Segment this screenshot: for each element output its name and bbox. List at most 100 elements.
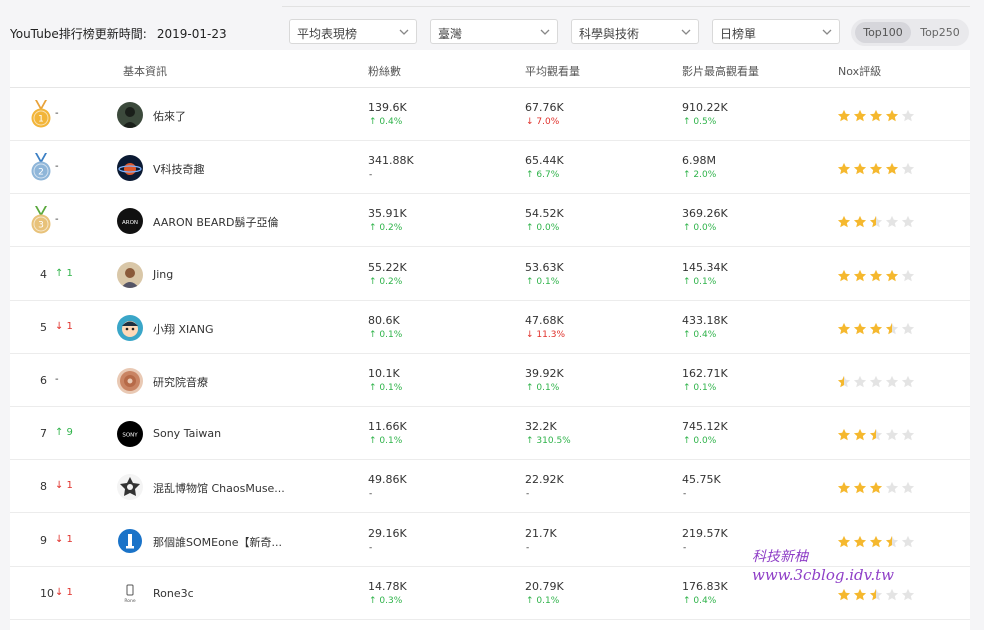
column-nox-rating[interactable]: Nox評級 — [838, 63, 881, 79]
channel-name[interactable]: Sony Taiwan — [153, 427, 221, 440]
rone-logo-avatar[interactable]: Rone — [117, 580, 143, 607]
person-avatar[interactable] — [117, 261, 143, 288]
fans-delta: - — [369, 489, 373, 500]
toggle-top250[interactable]: Top250 — [913, 22, 967, 43]
channel-name[interactable]: 研究院音療 — [153, 374, 208, 390]
star-icon — [869, 268, 883, 282]
avg-views-value: 54.52K — [525, 207, 564, 221]
toggle-top100[interactable]: Top100 — [855, 22, 911, 43]
fans-value: 49.86K — [368, 473, 407, 487]
table-row[interactable]: 7 ↑ 9 SONY Sony Taiwan 11.66K ↑ 0.1% 32.2K ↑ 31… — [10, 407, 970, 461]
rank-number: 9 — [40, 533, 47, 547]
star-icon — [885, 480, 899, 494]
star-icon — [837, 480, 851, 494]
star-icon — [901, 321, 915, 335]
dark-figure-avatar[interactable] — [117, 102, 143, 128]
watermark-title: 科技新柚 — [752, 549, 808, 565]
update-date: 2019-01-23 — [156, 27, 227, 41]
cartoon-avatar[interactable] — [117, 314, 143, 341]
update-label: YouTube排行榜更新時間: — [10, 27, 147, 41]
nox-rating — [837, 427, 917, 441]
ranking-header: YouTube排行榜更新時間: 2019-01-23 平均表現榜 臺灣 科學與技術… — [0, 18, 984, 50]
channel-name[interactable]: 混乱博物馆 ChaosMuse... — [153, 480, 285, 496]
period-value: 日榜單 — [720, 27, 757, 41]
star-icon — [837, 321, 851, 335]
category-select[interactable]: 科學與技術 — [571, 19, 699, 44]
star-icon — [869, 534, 883, 548]
rank-change: ↓ 1 — [55, 480, 73, 492]
column-max-views[interactable]: 影片最高觀看量 — [682, 63, 759, 79]
table-row[interactable]: 8 ↓ 1 混乱博物馆 ChaosMuse... 49.86K - 22.92K - 45.7… — [10, 460, 970, 514]
table-row[interactable]: 3 - ARON AARON BEARD鬍子亞倫 35.91K ↑ 0.2% 54.52K ↑… — [10, 194, 970, 248]
max-views-value: 745.12K — [682, 420, 728, 434]
avg-views-delta: ↑ 0.1% — [526, 383, 560, 393]
rank-change: - — [55, 374, 59, 385]
fans-delta: ↑ 0.2% — [369, 276, 403, 287]
star-icon — [853, 427, 867, 441]
max-views-value: 369.26K — [682, 207, 728, 221]
channel-name[interactable]: V科技奇趣 — [153, 161, 205, 177]
star-icon — [837, 268, 851, 282]
avg-views-value: 47.68K — [525, 313, 564, 327]
max-views-delta: ↑ 0.4% — [683, 329, 717, 340]
star-icon — [901, 108, 915, 122]
column-fans[interactable]: 粉絲數 — [368, 63, 401, 79]
table-row[interactable]: 5 ↓ 1 小翔 XIANG 80.6K ↑ 0.1% 47.68K ↓ 11.3% 433.… — [10, 301, 970, 354]
rank-change: ↓ 1 — [55, 586, 73, 598]
star-icon — [885, 214, 899, 228]
star-icon — [869, 161, 883, 175]
top-divider — [282, 6, 970, 7]
max-views-delta: ↑ 0.0% — [683, 436, 717, 447]
region-value: 臺灣 — [438, 27, 463, 41]
region-select[interactable]: 臺灣 — [430, 19, 558, 44]
star-icon — [853, 374, 867, 388]
channel-name[interactable]: AARON BEARD鬍子亞倫 — [153, 214, 279, 230]
svg-text:3: 3 — [38, 221, 44, 231]
star-icon — [853, 534, 867, 548]
table-row[interactable]: 2 - V科技奇趣 341.88K - 65.44K ↑ 6.7% 6.98M ↑ 2.0% — [10, 141, 970, 195]
rank-number: 10 — [40, 586, 54, 600]
max-views-delta: ↑ 0.1% — [683, 276, 717, 287]
table-row[interactable]: 4 ↑ 1 Jing 55.22K ↑ 0.2% 53.63K ↑ 0.1% 145.34K ↑… — [10, 248, 970, 301]
nox-rating — [837, 214, 917, 228]
max-views-delta: ↑ 0.5% — [683, 117, 717, 127]
table-row[interactable]: 1 - 佑來了 139.6K ↑ 0.4% 67.76K ↓ 7.0% 910.22K ↑ 0.… — [10, 88, 970, 141]
rank-number: 5 — [40, 320, 47, 334]
channel-name[interactable]: 佑來了 — [153, 108, 186, 124]
aaron-logo-avatar[interactable]: ARON — [117, 208, 143, 235]
star-icon — [901, 214, 915, 228]
sony-logo-avatar[interactable]: SONY — [117, 421, 143, 448]
star-icon — [853, 480, 867, 494]
someone-logo-avatar[interactable] — [117, 527, 143, 554]
gold-medal-icon: 1 — [30, 100, 52, 130]
category-value: 科學與技術 — [579, 27, 640, 41]
avg-views-delta: ↑ 0.1% — [526, 595, 560, 606]
star-icon — [837, 214, 851, 228]
column-avg-views[interactable]: 平均觀看量 — [525, 63, 580, 79]
max-views-delta: ↑ 0.1% — [683, 383, 717, 393]
fans-delta: - — [369, 170, 373, 181]
max-views-delta: ↑ 2.0% — [683, 170, 717, 181]
period-select[interactable]: 日榜單 — [712, 19, 840, 44]
fans-value: 139.6K — [368, 101, 407, 114]
fans-value: 341.88K — [368, 154, 414, 168]
ranking-type-select[interactable]: 平均表現榜 — [289, 19, 417, 44]
fans-value: 11.66K — [368, 420, 407, 434]
disc-avatar[interactable] — [117, 368, 143, 394]
table-row[interactable]: 9 ↓ 1 那個誰SOMEone【新奇... 29.16K - 21.7K - 219.57K… — [10, 514, 970, 567]
chaos-logo-avatar[interactable] — [117, 474, 143, 501]
channel-name[interactable]: 小翔 XIANG — [153, 321, 214, 337]
fans-delta: - — [369, 542, 373, 553]
avg-views-delta: ↑ 310.5% — [526, 436, 571, 447]
nox-rating — [837, 374, 917, 388]
channel-name[interactable]: 那個誰SOMEone【新奇... — [153, 534, 282, 550]
table-row[interactable]: 6- 研究院音療 10.1K ↑ 0.1% 39.92K ↑ 0.1% 162.71K ↑ 0… — [10, 354, 970, 407]
planet-avatar[interactable] — [117, 155, 143, 182]
avg-views-value: 32.2K — [525, 420, 557, 434]
avg-views-value: 53.63K — [525, 260, 564, 274]
channel-name[interactable]: Jing — [153, 268, 173, 281]
star-icon — [869, 321, 883, 335]
channel-name[interactable]: Rone3c — [153, 587, 194, 600]
rank-change: ↓ 1 — [55, 533, 73, 545]
star-icon — [837, 374, 851, 388]
